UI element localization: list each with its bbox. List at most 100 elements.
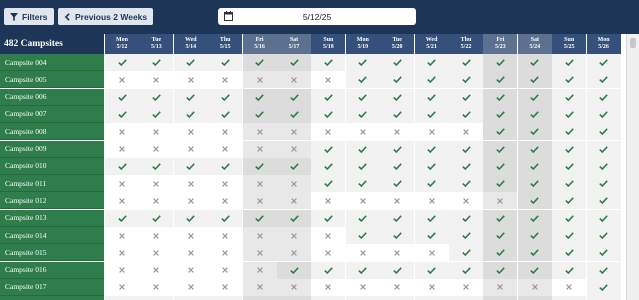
unavailable-cell[interactable] <box>208 244 243 262</box>
unavailable-cell[interactable] <box>105 140 139 158</box>
unavailable-cell[interactable] <box>552 278 587 296</box>
unavailable-cell[interactable] <box>139 192 174 210</box>
unavailable-cell[interactable] <box>173 140 208 158</box>
available-cell[interactable] <box>552 54 587 71</box>
available-cell[interactable] <box>139 54 174 71</box>
available-cell[interactable] <box>586 278 621 296</box>
available-cell[interactable] <box>380 88 415 106</box>
unavailable-cell[interactable] <box>242 175 277 193</box>
unavailable-cell[interactable] <box>242 192 277 210</box>
available-cell[interactable] <box>552 175 587 193</box>
unavailable-cell[interactable] <box>414 244 449 262</box>
available-cell[interactable] <box>414 54 449 71</box>
campsite-name[interactable]: Campsite 006 <box>0 88 104 106</box>
unavailable-cell[interactable] <box>139 278 174 296</box>
available-cell[interactable] <box>414 296 449 300</box>
unavailable-cell[interactable] <box>277 192 311 210</box>
available-cell[interactable] <box>449 71 483 89</box>
unavailable-cell[interactable] <box>242 227 277 244</box>
available-cell[interactable] <box>483 244 518 262</box>
available-cell[interactable] <box>586 71 621 89</box>
campsite-name[interactable]: Campsite 011 <box>0 175 104 193</box>
available-cell[interactable] <box>517 105 552 123</box>
unavailable-cell[interactable] <box>311 227 346 244</box>
unavailable-cell[interactable] <box>517 278 552 296</box>
available-cell[interactable] <box>552 244 587 262</box>
available-cell[interactable] <box>277 296 311 300</box>
available-cell[interactable] <box>345 227 380 244</box>
available-cell[interactable] <box>380 71 415 89</box>
available-cell[interactable] <box>449 140 483 158</box>
available-cell[interactable] <box>173 88 208 106</box>
available-cell[interactable] <box>517 157 552 175</box>
available-cell[interactable] <box>173 105 208 123</box>
available-cell[interactable] <box>139 157 174 175</box>
available-cell[interactable] <box>414 88 449 106</box>
unavailable-cell[interactable] <box>173 175 208 193</box>
available-cell[interactable] <box>173 209 208 227</box>
available-cell[interactable] <box>380 227 415 244</box>
available-cell[interactable] <box>345 140 380 158</box>
available-cell[interactable] <box>483 261 518 279</box>
available-cell[interactable] <box>449 157 483 175</box>
unavailable-cell[interactable] <box>173 123 208 141</box>
available-cell[interactable] <box>105 209 139 227</box>
date-input[interactable]: 5/12/25 <box>218 8 416 25</box>
unavailable-cell[interactable] <box>208 192 243 210</box>
available-cell[interactable] <box>345 105 380 123</box>
available-cell[interactable] <box>586 192 621 210</box>
available-cell[interactable] <box>552 296 587 300</box>
unavailable-cell[interactable] <box>449 192 483 210</box>
available-cell[interactable] <box>552 71 587 89</box>
available-cell[interactable] <box>242 296 277 300</box>
available-cell[interactable] <box>552 209 587 227</box>
available-cell[interactable] <box>483 88 518 106</box>
unavailable-cell[interactable] <box>105 244 139 262</box>
unavailable-cell[interactable] <box>414 192 449 210</box>
available-cell[interactable] <box>277 209 311 227</box>
available-cell[interactable] <box>517 261 552 279</box>
unavailable-cell[interactable] <box>242 261 277 279</box>
available-cell[interactable] <box>242 209 277 227</box>
available-cell[interactable] <box>345 71 380 89</box>
available-cell[interactable] <box>517 192 552 210</box>
available-cell[interactable] <box>345 209 380 227</box>
available-cell[interactable] <box>242 54 277 71</box>
available-cell[interactable] <box>449 244 483 262</box>
unavailable-cell[interactable] <box>277 227 311 244</box>
available-cell[interactable] <box>517 227 552 244</box>
unavailable-cell[interactable] <box>173 261 208 279</box>
unavailable-cell[interactable] <box>311 278 346 296</box>
available-cell[interactable] <box>345 296 380 300</box>
available-cell[interactable] <box>414 175 449 193</box>
unavailable-cell[interactable] <box>105 227 139 244</box>
available-cell[interactable] <box>139 209 174 227</box>
available-cell[interactable] <box>414 105 449 123</box>
scrollbar-thumb[interactable] <box>630 38 636 48</box>
unavailable-cell[interactable] <box>277 175 311 193</box>
available-cell[interactable] <box>277 54 311 71</box>
unavailable-cell[interactable] <box>139 123 174 141</box>
unavailable-cell[interactable] <box>105 261 139 279</box>
filters-button[interactable]: Filters <box>4 8 54 25</box>
unavailable-cell[interactable] <box>380 278 415 296</box>
unavailable-cell[interactable] <box>105 123 139 141</box>
available-cell[interactable] <box>517 296 552 300</box>
available-cell[interactable] <box>517 88 552 106</box>
available-cell[interactable] <box>586 244 621 262</box>
vertical-scrollbar[interactable] <box>626 34 639 300</box>
available-cell[interactable] <box>139 296 174 300</box>
available-cell[interactable] <box>552 157 587 175</box>
unavailable-cell[interactable] <box>483 192 518 210</box>
available-cell[interactable] <box>517 123 552 141</box>
available-cell[interactable] <box>449 175 483 193</box>
available-cell[interactable] <box>586 261 621 279</box>
available-cell[interactable] <box>380 54 415 71</box>
unavailable-cell[interactable] <box>105 175 139 193</box>
available-cell[interactable] <box>414 157 449 175</box>
campsite-name[interactable]: Campsite 017 <box>0 278 104 296</box>
available-cell[interactable] <box>277 261 311 279</box>
unavailable-cell[interactable] <box>277 244 311 262</box>
campsite-name[interactable]: Campsite 009 <box>0 140 104 158</box>
unavailable-cell[interactable] <box>345 192 380 210</box>
